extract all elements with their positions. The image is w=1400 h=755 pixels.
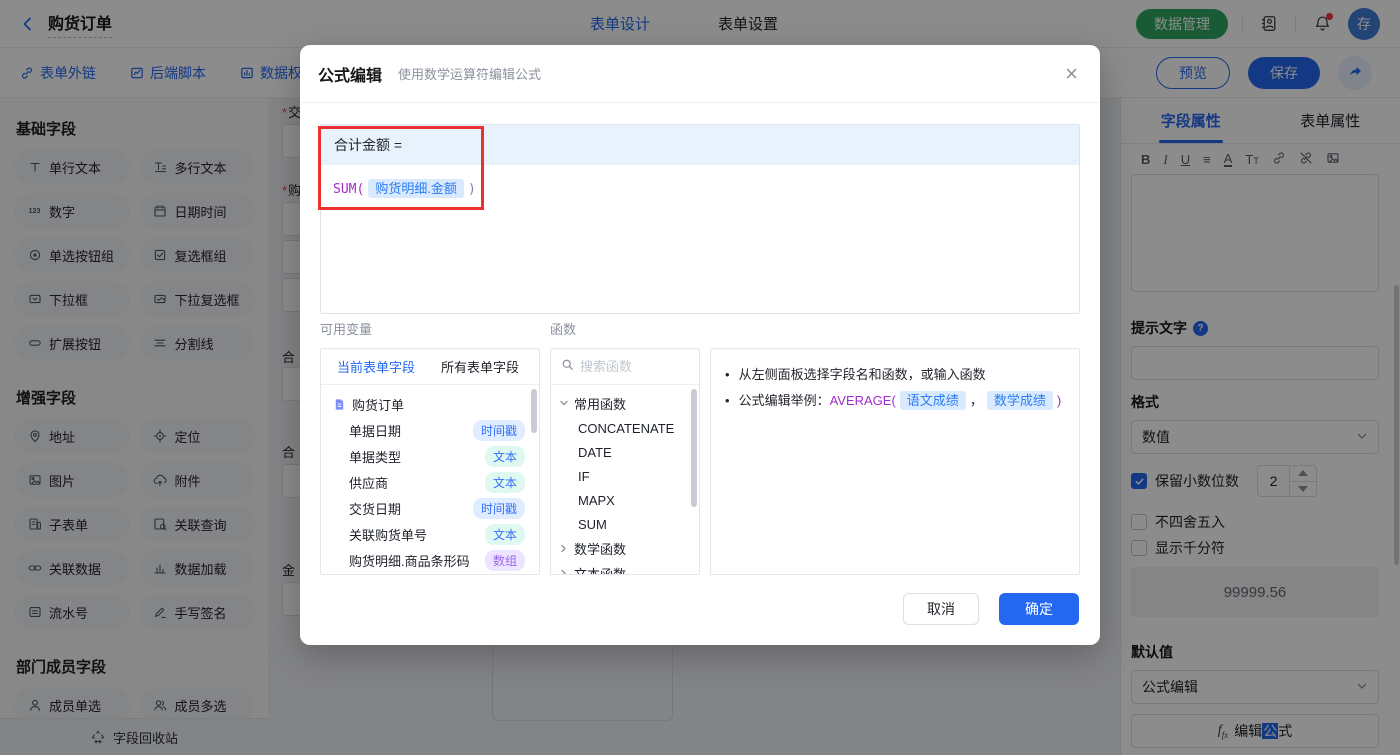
variable-name: 交货日期 xyxy=(349,501,402,517)
formula-function: SUM( xyxy=(333,182,365,197)
dialog-header: 公式编辑 使用数学运算符编辑公式 × xyxy=(300,45,1100,103)
function-group-common[interactable]: 常用函数 xyxy=(551,391,699,416)
form-doc-icon xyxy=(335,398,344,410)
function-group-label: 数学函数 xyxy=(574,542,627,557)
function-item[interactable]: MAPX xyxy=(551,488,699,512)
cancel-button[interactable]: 取消 xyxy=(903,593,979,625)
tree-root-form[interactable]: 购货订单 xyxy=(321,391,539,417)
type-badge: 文本 xyxy=(484,523,525,545)
variables-tree: 购货订单 单据日期 时间戳 单据类型 文本 供应商 文本 交货日期 时间戳 关联购货单号… xyxy=(321,385,539,573)
help-panel: • 从左侧面板选择字段名和函数，或输入函数 • 公式编辑举例：AVERAGE(语… xyxy=(710,348,1080,575)
functions-scrollbar[interactable] xyxy=(691,389,697,507)
type-badge: 文本 xyxy=(484,445,525,467)
variable-name: 供应商 xyxy=(349,475,389,491)
formula-field-pill[interactable]: 购货明细.金额 xyxy=(368,179,464,198)
functions-panel: 常用函数 CONCATENATE DATE IF MAPX SUM 数学函数 文… xyxy=(550,348,700,575)
formula-target-text: 合计金额 = xyxy=(334,137,403,153)
function-item[interactable]: CONCATENATE xyxy=(551,416,699,440)
variables-scrollbar[interactable] xyxy=(531,389,537,433)
dialog-title: 公式编辑 xyxy=(318,67,383,85)
function-item[interactable]: IF xyxy=(551,464,699,488)
variable-field-row[interactable]: 单据日期 时间戳 xyxy=(321,417,539,443)
variables-tabs: 当前表单字段 所有表单字段 xyxy=(321,349,539,385)
variables-label: 可用变量 xyxy=(320,322,373,337)
formula-expression[interactable]: SUM(购货明细.金额) xyxy=(321,165,1079,210)
tree-root-label: 购货订单 xyxy=(352,397,405,413)
function-group-text[interactable]: 文本函数 xyxy=(551,561,699,575)
function-search-input[interactable] xyxy=(580,359,689,374)
app-window: 购货订单 表单设计 表单设置 数据管理 存 表单外链 后端脚本 数据权限 预览 … xyxy=(0,0,1400,755)
example-field-pill: 数学成绩 xyxy=(986,391,1053,410)
bullet: • xyxy=(725,367,730,382)
close-icon[interactable]: × xyxy=(1065,62,1078,85)
bullet: • xyxy=(725,393,730,408)
example-field-pill: 语文成绩 xyxy=(899,391,966,410)
function-group-label: 常用函数 xyxy=(574,397,627,412)
variable-name: 关联购货单号 xyxy=(349,527,428,543)
variable-name: 单据日期 xyxy=(349,423,402,439)
formula-target-row: 合计金额 = xyxy=(321,125,1079,165)
tab-current-form-fields[interactable]: 当前表单字段 xyxy=(337,357,415,376)
variable-name: 单据类型 xyxy=(349,449,402,465)
dialog-subtitle: 使用数学运算符编辑公式 xyxy=(398,67,542,82)
variables-panel: 当前表单字段 所有表单字段 购货订单 单据日期 时间戳 单据类型 文本 供应商 文本 … xyxy=(320,348,540,575)
variable-name: 购货明细.商品条形码 xyxy=(349,553,470,569)
formula-edit-dialog: 公式编辑 使用数学运算符编辑公式 × 合计金额 = SUM(购货明细.金额) 可… xyxy=(300,45,1100,645)
type-badge: 时间戳 xyxy=(472,497,525,519)
variable-field-row[interactable]: 交货日期 时间戳 xyxy=(321,495,539,521)
help-tip-text: 从左侧面板选择字段名和函数，或输入函数 xyxy=(738,367,986,382)
confirm-button[interactable]: 确定 xyxy=(999,593,1079,625)
function-list: 常用函数 CONCATENATE DATE IF MAPX SUM 数学函数 文… xyxy=(551,385,699,575)
variable-field-row[interactable]: 供应商 文本 xyxy=(321,469,539,495)
function-item[interactable]: SUM xyxy=(551,512,699,536)
example-comma: ， xyxy=(969,393,983,408)
function-item[interactable]: DATE xyxy=(551,440,699,464)
caret-right-icon xyxy=(557,569,572,574)
variable-field-row[interactable]: 购货明细.商品条形码 数组 xyxy=(321,547,539,573)
search-icon xyxy=(561,358,574,376)
example-function: AVERAGE( xyxy=(829,393,896,408)
caret-right-icon xyxy=(557,544,572,554)
formula-close-paren: ) xyxy=(467,182,476,197)
tab-all-form-fields[interactable]: 所有表单字段 xyxy=(441,357,519,376)
type-badge: 时间戳 xyxy=(472,419,525,441)
functions-label: 函数 xyxy=(550,322,577,337)
type-badge: 数组 xyxy=(484,549,525,571)
function-group-label: 文本函数 xyxy=(574,567,627,575)
variable-field-row[interactable]: 关联购货单号 文本 xyxy=(321,521,539,547)
formula-editor[interactable]: 合计金额 = SUM(购货明细.金额) xyxy=(320,124,1080,314)
help-tip: • 从左侧面板选择字段名和函数，或输入函数 xyxy=(725,362,1065,388)
function-search xyxy=(551,349,699,385)
example-prefix: 公式编辑举例： xyxy=(738,393,830,408)
help-example: • 公式编辑举例：AVERAGE(语文成绩，数学成绩) xyxy=(725,388,1065,414)
help-example-text: 公式编辑举例：AVERAGE(语文成绩，数学成绩) xyxy=(738,388,1062,414)
example-close-paren: ) xyxy=(1056,393,1062,408)
variable-field-row[interactable]: 单据类型 文本 xyxy=(321,443,539,469)
caret-down-icon xyxy=(559,396,569,411)
type-badge: 文本 xyxy=(484,471,525,493)
function-group-math[interactable]: 数学函数 xyxy=(551,536,699,561)
